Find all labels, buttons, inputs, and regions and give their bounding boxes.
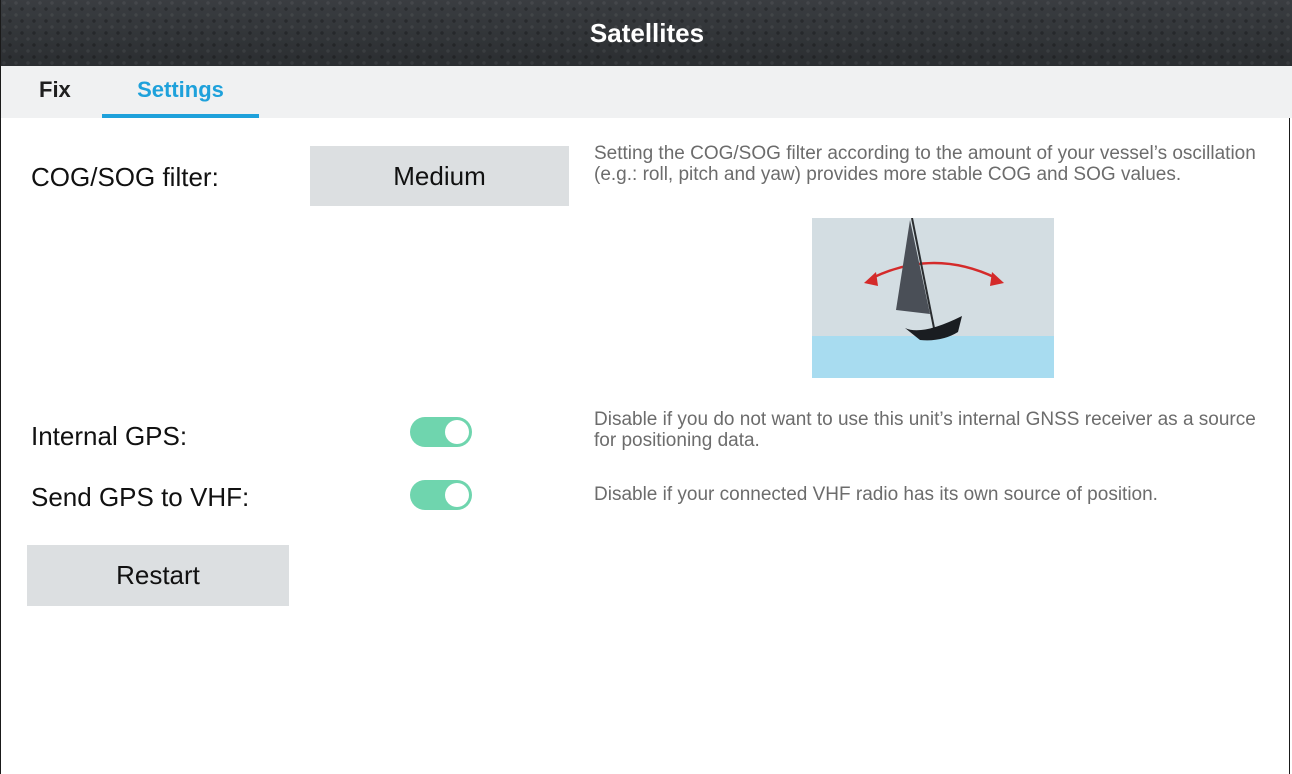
toggle-knob [445, 483, 469, 507]
boat-oscillation-illustration [812, 218, 1054, 378]
window-frame: Satellites Fix Settings COG/SOG filter: … [0, 0, 1292, 774]
toggle-knob [445, 420, 469, 444]
tab-settings[interactable]: Settings [102, 66, 259, 118]
active-tab-indicator [102, 114, 259, 118]
title-bar: Satellites [1, 0, 1292, 66]
window-title: Satellites [589, 18, 705, 48]
cog-sog-filter-select[interactable]: Medium [310, 146, 569, 206]
internal-gps-toggle[interactable] [410, 417, 472, 447]
cog-sog-filter-description: Setting the COG/SOG filter according to … [594, 143, 1256, 185]
cog-sog-filter-label: COG/SOG filter: [31, 162, 219, 192]
restart-button[interactable]: Restart [27, 545, 289, 606]
internal-gps-label: Internal GPS: [31, 421, 188, 451]
send-gps-vhf-description: Disable if your connected VHF radio has … [594, 484, 1158, 505]
send-gps-vhf-toggle[interactable] [410, 480, 472, 510]
tab-fix[interactable]: Fix [39, 66, 71, 118]
send-gps-vhf-label: Send GPS to VHF: [31, 482, 250, 512]
illustration-water [812, 336, 1054, 378]
tab-settings-label: Settings [137, 77, 224, 102]
tab-bar: Fix Settings [1, 66, 1292, 118]
internal-gps-description: Disable if you do not want to use this u… [594, 409, 1256, 451]
